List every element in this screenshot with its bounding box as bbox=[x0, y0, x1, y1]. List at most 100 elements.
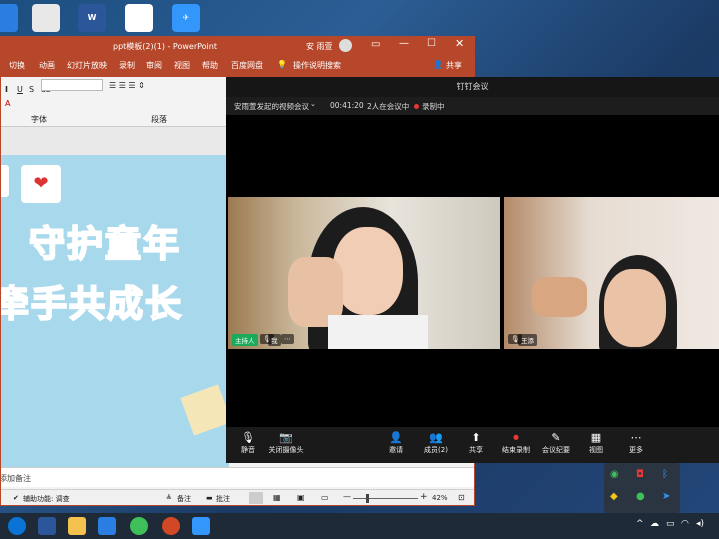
close-icon[interactable]: ✕ bbox=[455, 37, 464, 50]
meeting-info-bar: 安雨萱发起的视频会议 ⌄ 00:41:20 2人在会议中 录制中 bbox=[226, 97, 719, 115]
share-label: 共享 bbox=[469, 446, 483, 454]
strike-icon[interactable]: S bbox=[29, 85, 34, 94]
dingtalk-taskbar-icon[interactable] bbox=[192, 517, 210, 535]
members-button[interactable]: 👥 成员(2) bbox=[416, 431, 456, 455]
wifi-icon[interactable]: ◠ bbox=[681, 519, 689, 529]
file-explorer-icon[interactable] bbox=[68, 517, 86, 535]
view-icon: ▦ bbox=[590, 431, 602, 444]
view-button[interactable]: ▦ 视图 bbox=[576, 431, 616, 455]
desktop-icon-word[interactable]: W bbox=[78, 4, 106, 32]
minutes-button[interactable]: ✎ 会议纪要 bbox=[536, 431, 576, 455]
members-label: 成员(2) bbox=[424, 446, 448, 454]
tab-baidu-netdisk[interactable]: 百度网盘 bbox=[231, 60, 263, 71]
self-label: 我 bbox=[268, 334, 281, 346]
status-accessibility[interactable]: 辅助功能: 调查 bbox=[23, 494, 70, 504]
tab-record[interactable]: 录制 bbox=[119, 60, 135, 71]
camera-button[interactable]: 📷 关闭摄像头 bbox=[266, 431, 306, 455]
notes-button[interactable]: 备注 bbox=[177, 494, 191, 504]
invite-icon: 👤 bbox=[389, 431, 403, 444]
comments-button[interactable]: 批注 bbox=[216, 494, 230, 504]
invite-label: 邀请 bbox=[389, 446, 403, 454]
onedrive-icon[interactable]: ☁ bbox=[650, 519, 659, 529]
meeting-name[interactable]: 安雨萱发起的视频会议 bbox=[234, 101, 309, 112]
invite-button[interactable]: 👤 邀请 bbox=[376, 431, 416, 455]
desktop-icon-powerpoint-file[interactable] bbox=[32, 4, 60, 32]
accessibility-icon: ✔ bbox=[13, 494, 19, 502]
tell-me-search[interactable]: 操作说明搜索 bbox=[293, 60, 341, 71]
security-tray-icon[interactable]: ◆ bbox=[610, 491, 618, 502]
lightbulb-icon: 💡 bbox=[277, 60, 287, 69]
zoom-level[interactable]: 42% bbox=[432, 494, 448, 502]
font-color-icon[interactable]: A bbox=[5, 99, 10, 108]
tray-overflow-popup: ◉ ◘ ᛒ ◆ ● ➤ bbox=[604, 463, 680, 513]
normal-view-icon[interactable] bbox=[249, 492, 263, 504]
slide-canvas[interactable]: ❤ 守护童年 牵手共成长 bbox=[1, 155, 232, 475]
paragraph-group-label: 段落 bbox=[151, 115, 167, 124]
minutes-icon: ✎ bbox=[551, 431, 561, 444]
mail-icon[interactable] bbox=[98, 517, 116, 535]
members-icon: 👥 bbox=[429, 431, 443, 444]
host-badge: 主持人 bbox=[232, 334, 258, 346]
tab-animations[interactable]: 动画 bbox=[39, 60, 55, 71]
desktop-icon-1[interactable] bbox=[0, 4, 18, 32]
browser-icon[interactable] bbox=[130, 517, 148, 535]
zoom-in-icon[interactable]: + bbox=[420, 492, 428, 502]
maximize-icon[interactable]: ☐ bbox=[427, 38, 436, 49]
face-shape bbox=[333, 227, 403, 315]
sorter-view-icon[interactable]: ▦ bbox=[273, 493, 281, 502]
tab-help[interactable]: 帮助 bbox=[202, 60, 218, 71]
camera-label: 关闭摄像头 bbox=[268, 446, 304, 454]
tab-transitions[interactable]: 切换 bbox=[9, 60, 25, 71]
zoom-slider[interactable] bbox=[353, 498, 418, 499]
stop-recording-button[interactable]: ⏺ 结束录制 bbox=[496, 431, 536, 455]
chevron-down-icon[interactable]: ⌄ bbox=[310, 100, 316, 108]
participant-face bbox=[604, 269, 666, 347]
desktop-icon-dingtalk[interactable]: ✈ bbox=[172, 4, 200, 32]
word-taskbar-icon[interactable] bbox=[38, 517, 56, 535]
paragraph-controls[interactable]: ☰ ☰ ☰ ⇕ bbox=[109, 81, 209, 93]
avatar[interactable] bbox=[339, 39, 352, 52]
ppt-user-name[interactable]: 安 雨萱 bbox=[306, 41, 333, 52]
view-label: 视图 bbox=[589, 446, 603, 454]
slideshow-view-icon[interactable]: ▭ bbox=[321, 493, 329, 502]
minimize-icon[interactable]: — bbox=[399, 38, 409, 49]
self-more-icon[interactable]: ⋯ bbox=[281, 334, 294, 344]
fit-slide-icon[interactable]: ⊡ bbox=[458, 493, 465, 502]
wechat2-tray-icon[interactable]: ● bbox=[636, 491, 645, 502]
notes-pane[interactable]: 添加备注 bbox=[1, 467, 474, 487]
self-video-tile[interactable]: 主持人 🎙 我 ⋯ bbox=[228, 197, 500, 349]
tab-slideshow[interactable]: 幻灯片放映 bbox=[67, 60, 107, 71]
ppt-title-bar: ppt模板(2)(1) - PowerPoint 安 雨萱 ▭ — ☐ ✕ bbox=[1, 37, 474, 55]
powerpoint-taskbar-icon[interactable] bbox=[162, 517, 180, 535]
shirt-shape bbox=[328, 315, 428, 349]
bluetooth-tray-icon[interactable]: ᛒ bbox=[662, 469, 668, 480]
chevron-up-icon[interactable]: ^ bbox=[636, 519, 644, 529]
dingtalk-tray-icon[interactable]: ➤ bbox=[662, 491, 670, 502]
slide-gap bbox=[1, 127, 229, 155]
bold-format-icon[interactable]: I bbox=[5, 85, 8, 94]
wechat-tray-icon[interactable]: ◉ bbox=[610, 469, 619, 480]
tab-view[interactable]: 视图 bbox=[174, 60, 190, 71]
more-icon: ⋯ bbox=[630, 431, 642, 444]
minutes-label: 会议纪要 bbox=[542, 446, 570, 454]
zoom-out-icon[interactable]: — bbox=[343, 492, 351, 501]
participant-video-tile[interactable]: 🎙 王添 bbox=[504, 197, 719, 349]
volume-icon[interactable]: ◂) bbox=[696, 519, 704, 529]
zoom-slider-thumb[interactable] bbox=[366, 494, 369, 503]
edge-icon[interactable] bbox=[8, 517, 26, 535]
tab-review[interactable]: 审阅 bbox=[146, 60, 162, 71]
stop-recording-label: 结束录制 bbox=[502, 446, 530, 454]
more-button[interactable]: ⋯ 更多 bbox=[616, 431, 656, 455]
reading-view-icon[interactable]: ▣ bbox=[297, 493, 305, 502]
battery-icon[interactable]: ▭ bbox=[666, 519, 675, 529]
mute-button[interactable]: 🎙 静音 bbox=[228, 431, 268, 455]
share-button[interactable]: 共享 bbox=[446, 60, 462, 71]
underline-icon[interactable]: U bbox=[17, 85, 23, 94]
meeting-title: 钉钉会议 bbox=[226, 77, 719, 97]
font-size-box[interactable] bbox=[41, 79, 103, 91]
share-screen-button[interactable]: ⬆ 共享 bbox=[456, 431, 496, 455]
camera-icon: 📷 bbox=[279, 431, 293, 444]
desktop-icon-app[interactable] bbox=[125, 4, 153, 32]
app-tray-icon[interactable]: ◘ bbox=[636, 469, 644, 480]
ribbon-display-icon[interactable]: ▭ bbox=[371, 39, 380, 50]
